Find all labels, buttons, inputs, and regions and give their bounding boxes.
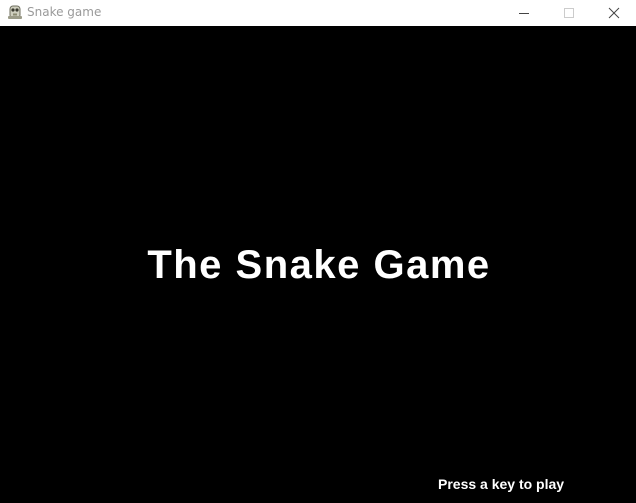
close-button[interactable] <box>591 0 636 26</box>
pygame-snake-icon <box>8 5 22 19</box>
press-key-prompt: Press a key to play <box>438 476 565 492</box>
title-bar[interactable]: Snake game <box>0 0 636 26</box>
minimize-button[interactable] <box>501 0 546 26</box>
minimize-icon <box>518 13 529 14</box>
window-title: Snake game <box>27 5 102 19</box>
close-icon <box>608 7 619 19</box>
maximize-icon <box>563 8 574 18</box>
game-title: The Snake Game <box>147 243 491 287</box>
maximize-button[interactable] <box>546 0 591 26</box>
game-window: Snake game The Snake Game Press a key to… <box>0 0 636 503</box>
game-canvas[interactable]: The Snake Game Press a key to play <box>0 26 636 503</box>
